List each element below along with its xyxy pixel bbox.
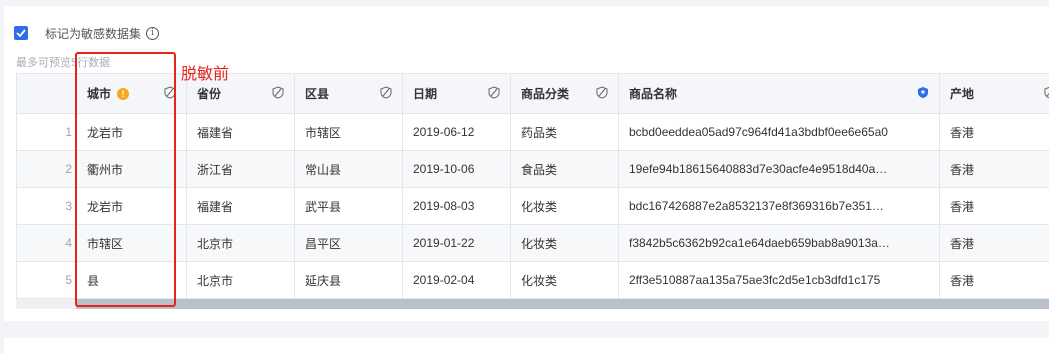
shield-slash-icon[interactable] [488,85,500,102]
table-cell: 北京市 [186,261,295,299]
column-header-label: 商品名称 [629,87,678,101]
shield-slash-icon[interactable] [596,85,608,102]
table-cell: 香港 [939,113,1049,151]
row-index: 5 [16,261,77,299]
table-cell: 昌平区 [294,224,403,262]
table-cell: 香港 [939,261,1049,299]
column-header-label: 省份 [197,87,222,101]
table-cell: 浙江省 [186,150,295,188]
column-header-label: 商品分类 [521,87,570,101]
table-cell: 2ff3e510887aa135a75ae3fc2d5e1cb3dfd1c175 [618,261,940,299]
table-cell: 2019-06-12 [402,113,511,151]
row-index: 4 [16,224,77,262]
sensitive-checkbox-label: 标记为敏感数据集 [45,26,142,41]
table-cell: 化妆类 [510,261,619,299]
column-header[interactable]: 商品名称 [618,73,940,114]
table-cell: 2019-10-06 [402,150,511,188]
annotation-highlight-box [75,52,176,307]
table-cell: 食品类 [510,150,619,188]
sensitive-checkbox[interactable] [14,26,28,40]
shield-filled-icon[interactable] [917,86,929,102]
table-cell: 香港 [939,150,1049,188]
table-cell: 市辖区 [294,113,403,151]
index-header [16,73,77,114]
shield-slash-icon[interactable] [272,85,284,102]
table-cell: 2019-01-22 [402,224,511,262]
table-cell: bdc167426887e2a8532137e8f369316b7e351… [618,187,940,225]
table-cell: bcbd0eeddea05ad97c964fd41a3bdbf0ee6e65a0 [618,113,940,151]
table-cell: 化妆类 [510,187,619,225]
info-icon[interactable]: i [146,26,160,40]
table-cell: f3842b5c6362b92ca1e64daeb659bab8a9013a… [618,224,940,262]
column-header[interactable]: 产地 [939,73,1049,114]
table-cell: 药品类 [510,113,619,151]
row-index: 3 [16,187,77,225]
column-header[interactable]: 商品分类 [510,73,619,114]
table-cell: 化妆类 [510,224,619,262]
annotation-label: 脱敏前 [181,66,230,83]
table-cell: 福建省 [186,113,295,151]
column-header-label: 产地 [950,87,975,101]
shield-slash-icon[interactable] [1044,86,1049,102]
table-cell: 北京市 [186,224,295,262]
table-cell: 武平县 [294,187,403,225]
check-icon [16,29,26,37]
next-panel [4,338,1049,353]
shield-slash-icon[interactable] [380,85,392,102]
table-cell: 常山县 [294,150,403,188]
scrollbar-track [16,299,76,309]
table-cell: 福建省 [186,187,295,225]
horizontal-scrollbar[interactable] [76,299,1049,309]
row-index: 2 [16,150,77,188]
table-cell: 香港 [939,224,1049,262]
column-header[interactable]: 日期 [402,73,511,114]
table-cell: 延庆县 [294,261,403,299]
table-cell: 香港 [939,187,1049,225]
column-header-label: 区县 [305,87,330,101]
table-cell: 2019-02-04 [402,261,511,299]
column-header-label: 日期 [413,87,438,101]
row-index: 1 [16,113,77,151]
column-header[interactable]: 区县 [294,73,403,114]
table-cell: 19efe94b18615640883d7e30acfe4e9518d40a… [618,150,940,188]
table-cell: 2019-08-03 [402,187,511,225]
sensitive-dataset-option[interactable]: 标记为敏感数据集 i [14,26,160,41]
